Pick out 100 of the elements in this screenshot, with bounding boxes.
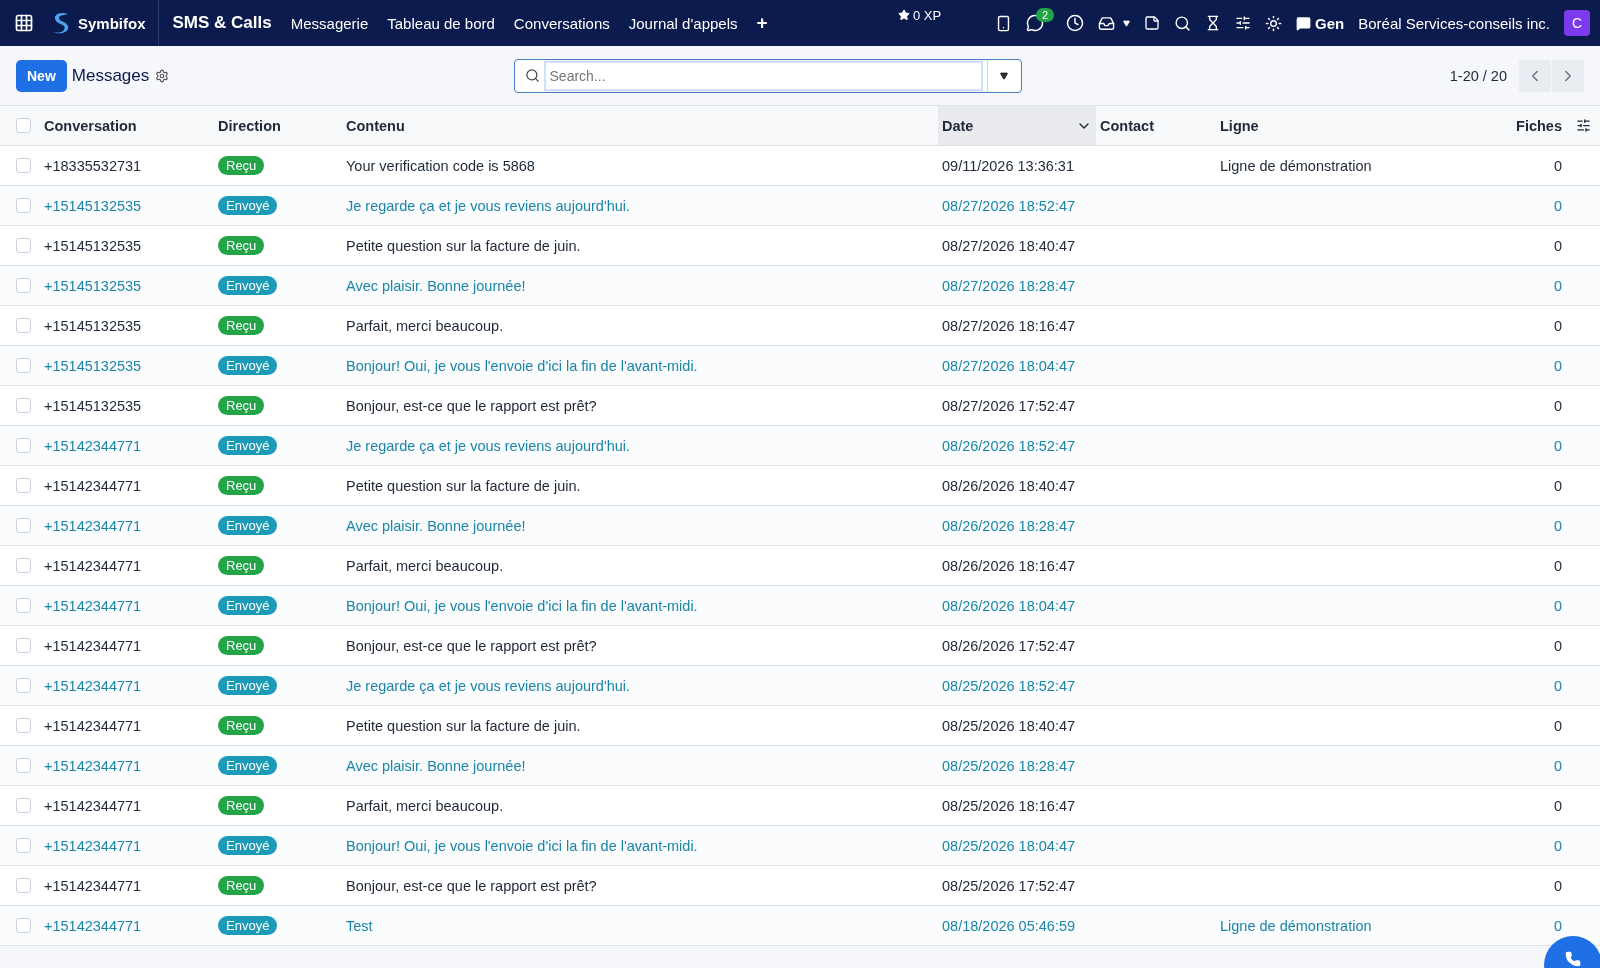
app-title[interactable]: SMS & Calls (172, 13, 272, 33)
row-checkbox[interactable] (16, 398, 31, 413)
table-cell-text: 08/27/2026 18:40:47 (941, 237, 1077, 254)
column-header[interactable]: Date (938, 106, 1096, 145)
new-button[interactable]: New (16, 59, 67, 92)
table-row[interactable]: +15142344771 Envoyé Avec plaisir. Bonne journée! 08/26/2026 18:28:47 0 (0, 506, 1600, 546)
table-cell-text: 0 (1552, 317, 1563, 334)
table-row[interactable]: +18335532731 Reçu Your verification code is 5868 09/11/2026 13:36:31 Ligne de démonstration 0 (0, 146, 1600, 186)
table-cell-text: 0 (1552, 437, 1563, 454)
table-row[interactable]: +15142344771 Reçu Bonjour, est-ce que le rapport est prêt? 08/26/2026 17:52:47 0 (0, 626, 1600, 666)
sliders-icon[interactable] (1235, 15, 1252, 31)
table-row[interactable]: +15142344771 Envoyé Bonjour! Oui, je vous l'envoie d'ici la fin de l'avant-midi. 08/26/2026 18:04:47 0 (0, 586, 1600, 626)
select-all-checkbox[interactable] (16, 118, 31, 133)
row-checkbox[interactable] (16, 238, 31, 253)
table-row[interactable]: +15142344771 Reçu Bonjour, est-ce que le rapport est prêt? 08/25/2026 17:52:47 0 (0, 866, 1600, 906)
table-cell-text: 08/26/2026 18:52:47 (941, 437, 1077, 454)
row-checkbox[interactable] (16, 638, 31, 653)
row-checkbox[interactable] (16, 198, 31, 213)
nav-menu-item[interactable]: Messagerie (290, 14, 369, 32)
table-row[interactable]: +15142344771 Reçu Petite question sur la facture de juin. 08/25/2026 18:40:47 0 (0, 706, 1600, 746)
table-cell-text: +15145132535 (43, 397, 143, 414)
table-row[interactable]: +15142344771 Reçu Parfait, merci beaucoup. 08/26/2026 18:16:47 0 (0, 546, 1600, 586)
column-header[interactable]: Ligne (1216, 106, 1466, 145)
row-checkbox[interactable] (16, 678, 31, 693)
row-checkbox[interactable] (16, 438, 31, 453)
table-row[interactable]: +15142344771 Envoyé Bonjour! Oui, je vous l'envoie d'ici la fin de l'avant-midi. 08/25/2026 18:04:47 0 (0, 826, 1600, 866)
row-checkbox[interactable] (16, 878, 31, 893)
table-row[interactable]: +15142344771 Envoyé Je regarde ça et je vous reviens aujourd'hui. 08/25/2026 18:52:47 0 (0, 666, 1600, 706)
nav-menu-item[interactable]: Tableau de bord (387, 14, 495, 32)
row-checkbox[interactable] (16, 358, 31, 373)
table-cell-text: Petite question sur la facture de juin. (345, 717, 582, 734)
direction-tag: Reçu (218, 556, 265, 575)
row-checkbox[interactable] (16, 478, 31, 493)
table-row[interactable]: +15145132535 Envoyé Avec plaisir. Bonne journée! 08/27/2026 18:28:47 0 (0, 266, 1600, 306)
row-checkbox[interactable] (16, 598, 31, 613)
row-checkbox[interactable] (16, 838, 31, 853)
search-icon[interactable] (1174, 14, 1192, 32)
row-checkbox[interactable] (16, 718, 31, 733)
nav-menu-item[interactable]: Journal d'appels (628, 14, 738, 32)
column-header[interactable]: Contact (1096, 106, 1216, 145)
table-row[interactable]: +15142344771 Reçu Petite question sur la facture de juin. 08/26/2026 18:40:47 0 (0, 466, 1600, 506)
table-row[interactable]: +15142344771 Reçu Parfait, merci beaucoup. 08/25/2026 18:16:47 0 (0, 786, 1600, 826)
row-checkbox[interactable] (16, 278, 31, 293)
table-cell-text: 0 (1552, 877, 1563, 894)
settings-icon[interactable] (155, 68, 170, 83)
table-cell-text: 0 (1552, 157, 1563, 174)
table-cell-text: +15142344771 (43, 597, 143, 614)
table-cell-text: Ligne de démonstration (1219, 157, 1373, 174)
row-checkbox[interactable] (16, 558, 31, 573)
direction-tag: Reçu (218, 316, 265, 335)
table-row[interactable]: +15142344771 Envoyé Avec plaisir. Bonne journée! 08/25/2026 18:28:47 0 (0, 746, 1600, 786)
inbox-icon[interactable] (1098, 14, 1116, 32)
row-checkbox[interactable] (16, 798, 31, 813)
search-field[interactable]: Search... (513, 58, 1022, 93)
table-row[interactable]: +15145132535 Reçu Bonjour, est-ce que le rapport est prêt? 08/27/2026 17:52:47 0 (0, 386, 1600, 426)
table-cell-text: 08/18/2026 05:46:59 (941, 917, 1077, 934)
dropdown-caret-icon[interactable] (1123, 19, 1131, 27)
table-row[interactable]: +15145132535 Reçu Parfait, merci beaucoup. 08/27/2026 18:16:47 0 (0, 306, 1600, 346)
table-cell-text: 0 (1552, 717, 1563, 734)
row-checkbox[interactable] (16, 918, 31, 933)
column-header[interactable]: Conversation (40, 106, 214, 145)
column-options-icon[interactable] (1576, 118, 1591, 133)
direction-tag: Reçu (218, 476, 265, 495)
company-name[interactable]: Boréal Services-conseils inc. (1358, 14, 1550, 32)
gen-label[interactable]: Gen (1315, 14, 1345, 32)
row-checkbox[interactable] (16, 318, 31, 333)
table-cell-text: 08/25/2026 18:28:47 (941, 757, 1077, 774)
add-menu-button[interactable]: + (756, 12, 768, 34)
row-checkbox[interactable] (16, 158, 31, 173)
table-cell-text: +15145132535 (43, 357, 143, 374)
column-header[interactable]: Direction (214, 106, 342, 145)
theme-icon[interactable] (1265, 14, 1283, 32)
column-header[interactable]: Contenu (342, 106, 938, 145)
clock-icon[interactable] (1066, 14, 1085, 32)
row-checkbox[interactable] (16, 518, 31, 533)
row-checkbox[interactable] (16, 758, 31, 773)
table-row[interactable]: +15145132535 Envoyé Bonjour! Oui, je vous l'envoie d'ici la fin de l'avant-midi. 08/27/2026 18:04:47 0 (0, 346, 1600, 386)
table-cell-text: 0 (1552, 597, 1563, 614)
table-cell-text: Your verification code is 5868 (345, 157, 536, 174)
nav-menu-item[interactable]: Conversations (513, 14, 610, 32)
direction-tag: Envoyé (218, 756, 278, 775)
previous-page-button[interactable] (1519, 59, 1551, 92)
table-row[interactable]: +15142344771 Envoyé Je regarde ça et je vous reviens aujourd'hui. 08/26/2026 18:52:47 0 (0, 426, 1600, 466)
table-cell-text: +15142344771 (43, 877, 143, 894)
table-cell-text: Avec plaisir. Bonne journée! (345, 277, 527, 294)
table-cell-text: Ligne de démonstration (1219, 917, 1373, 934)
table-row[interactable]: +15145132535 Reçu Petite question sur la facture de juin. 08/27/2026 18:40:47 0 (0, 226, 1600, 266)
table-row[interactable]: +15145132535 Envoyé Je regarde ça et je vous reviens aujourd'hui. 08/27/2026 18:52:47 0 (0, 186, 1600, 226)
next-page-button[interactable] (1552, 59, 1584, 92)
note-icon[interactable] (1144, 15, 1161, 31)
table-cell-text: 08/25/2026 18:52:47 (941, 677, 1077, 694)
table-row[interactable]: +15142344771 Envoyé Test 08/18/2026 05:46:59 Ligne de démonstration 0 (0, 906, 1600, 946)
apps-grid-icon[interactable] (14, 13, 34, 33)
table-cell-text: Bonjour! Oui, je vous l'envoie d'ici la fin de l'avant-midi. (345, 597, 699, 614)
table-cell-text: 08/25/2026 18:40:47 (941, 717, 1077, 734)
table-cell-text: 08/25/2026 18:04:47 (941, 837, 1077, 854)
table-cell-text: 0 (1552, 917, 1563, 934)
user-avatar[interactable]: C (1564, 10, 1590, 36)
table-cell-text: 08/26/2026 18:16:47 (941, 557, 1077, 574)
column-header[interactable]: Fiches (1466, 106, 1566, 145)
